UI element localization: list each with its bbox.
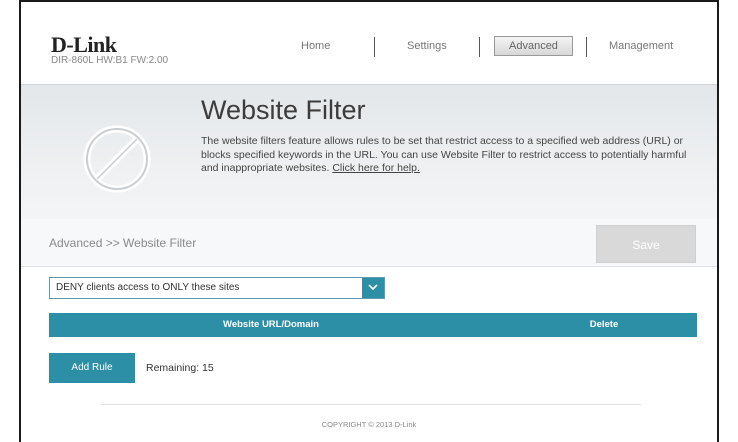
breadcrumb: Advanced >> Website Filter xyxy=(49,236,197,250)
add-rule-button[interactable]: Add Rule xyxy=(49,353,135,383)
column-header-url: Website URL/Domain xyxy=(223,319,319,330)
nav-home[interactable]: Home xyxy=(301,40,330,52)
chevron-down-icon[interactable] xyxy=(362,278,384,298)
help-link[interactable]: Click here for help. xyxy=(332,162,420,174)
save-button[interactable]: Save xyxy=(596,225,696,263)
nav-settings[interactable]: Settings xyxy=(407,40,447,52)
top-header: D-Link DIR-860L HW:B1 FW:2.00 Home Setti… xyxy=(21,2,717,84)
copyright-footer: COPYRIGHT © 2013 D-Link xyxy=(321,420,417,429)
nav-management[interactable]: Management xyxy=(609,40,673,52)
nav-divider xyxy=(374,37,375,57)
breadcrumb-bar: Advanced >> Website Filter Save xyxy=(21,219,717,267)
filter-mode-value: DENY clients access to ONLY these sites xyxy=(56,282,240,293)
rules-table-header: Website URL/Domain Delete xyxy=(49,313,697,337)
page-title: Website Filter xyxy=(201,95,366,125)
page-banner: Website Filter The website filters featu… xyxy=(21,84,717,220)
filter-mode-select[interactable]: DENY clients access to ONLY these sites xyxy=(49,277,385,299)
no-entry-icon xyxy=(81,123,153,200)
nav-divider xyxy=(586,37,587,57)
model-info: DIR-860L HW:B1 FW:2.00 xyxy=(51,55,169,66)
nav-advanced[interactable]: Advanced xyxy=(494,36,573,56)
router-admin-window: D-Link DIR-860L HW:B1 FW:2.00 Home Setti… xyxy=(19,0,719,442)
nav-divider xyxy=(479,37,480,57)
page-description: The website filters feature allows rules… xyxy=(201,135,701,176)
column-header-delete: Delete xyxy=(589,319,619,330)
remaining-count: Remaining: 15 xyxy=(146,362,214,374)
description-text: The website filters feature allows rules… xyxy=(201,135,687,174)
footer-divider xyxy=(101,404,641,405)
